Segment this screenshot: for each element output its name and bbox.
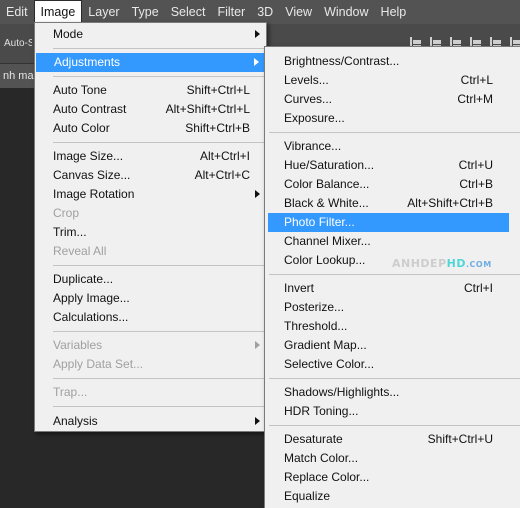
menu-item-selective-color[interactable]: Selective Color... [265,355,520,374]
menu-separator [269,274,520,275]
menu-image[interactable]: Image [33,0,83,24]
menu-item-image-size[interactable]: Image Size... Alt+Ctrl+I [35,147,266,166]
submenu-arrow-icon [255,341,260,349]
menu-item-calculations[interactable]: Calculations... [35,308,266,327]
menu-item-gradient-map[interactable]: Gradient Map... [265,336,520,355]
menu-separator [53,331,264,332]
menu-item-trap: Trap... [53,385,88,399]
menu-item-analysis[interactable]: Analysis [35,412,266,431]
menu-item-desaturate[interactable]: Desaturate Shift+Ctrl+U [265,430,520,449]
menu-item-color-balance[interactable]: Color Balance... Ctrl+B [265,175,520,194]
menu-item-threshold[interactable]: Threshold... [265,317,520,336]
menu-help[interactable]: Help [375,1,413,23]
menu-separator [53,48,264,49]
menu-item-black-white[interactable]: Black & White... Alt+Shift+Ctrl+B [265,194,520,213]
auto-select-checkbox[interactable]: Auto-S [0,35,32,53]
menu-item-replace-color[interactable]: Replace Color... [265,468,520,487]
menu-layer[interactable]: Layer [82,1,125,23]
submenu-arrow-icon [255,190,260,198]
menu-filter[interactable]: Filter [211,1,251,23]
menu-item-exposure[interactable]: Exposure... [265,109,520,128]
image-menu: Mode Adjustments Auto Tone Shift+Ctrl+L … [34,22,267,432]
menu-item-auto-color[interactable]: Auto Color Shift+Ctrl+B [35,119,266,138]
menu-item-curves[interactable]: Curves... Ctrl+M [265,90,520,109]
menu-item-vibrance[interactable]: Vibrance... [265,137,520,156]
menu-item-invert[interactable]: Invert Ctrl+I [265,279,520,298]
menu-separator [53,406,264,407]
submenu-arrow-icon [255,30,260,38]
menu-separator [53,76,264,77]
menu-item-levels[interactable]: Levels... Ctrl+L [265,71,520,90]
menu-item-hdr-toning[interactable]: HDR Toning... [265,402,520,421]
menu-item-auto-tone[interactable]: Auto Tone Shift+Ctrl+L [35,81,266,100]
menu-separator [269,132,520,133]
menu-item-trim[interactable]: Trim... [35,223,266,242]
menu-item-photo-filter[interactable]: Photo Filter... [268,213,509,232]
menu-item-brightness-contrast[interactable]: Brightness/Contrast... [265,52,520,71]
menu-item-adjustments[interactable]: Adjustments [36,53,265,72]
menu-item-channel-mixer[interactable]: Channel Mixer... [265,232,520,251]
menu-item-shadows-highlights[interactable]: Shadows/Highlights... [265,383,520,402]
menu-3d[interactable]: 3D [251,1,279,23]
watermark-logo: ANHDEPHD.COM [392,257,492,270]
menu-item-mode[interactable]: Mode [35,25,266,44]
menu-separator [269,378,520,379]
menu-item-apply-image[interactable]: Apply Image... [35,289,266,308]
submenu-arrow-icon [255,417,260,425]
menu-view[interactable]: View [279,1,318,23]
menu-item-variables: Variables [35,336,266,355]
menu-separator [53,265,264,266]
menu-separator [269,425,520,426]
menu-item-auto-contrast[interactable]: Auto Contrast Alt+Shift+Ctrl+L [35,100,266,119]
menu-separator [53,142,264,143]
submenu-arrow-icon [254,58,259,66]
menu-item-reveal-all: Reveal All [53,244,107,258]
menu-item-crop: Crop [53,206,80,220]
menu-select[interactable]: Select [165,1,212,23]
menu-separator [53,378,264,379]
menu-item-image-rotation[interactable]: Image Rotation [35,185,266,204]
menu-bar: Edit Image Layer Type Select Filter 3D V… [0,0,520,24]
menu-item-equalize[interactable]: Equalize [265,487,520,506]
adjustments-submenu: Brightness/Contrast... Levels... Ctrl+L … [264,46,520,508]
menu-item-apply-data-set: Apply Data Set... [53,357,144,371]
menu-type[interactable]: Type [126,1,165,23]
menu-edit[interactable]: Edit [0,1,34,23]
menu-item-match-color[interactable]: Match Color... [265,449,520,468]
menu-item-duplicate[interactable]: Duplicate... [35,270,266,289]
menu-item-posterize[interactable]: Posterize... [265,298,520,317]
menu-window[interactable]: Window [318,1,374,23]
menu-item-hue-saturation[interactable]: Hue/Saturation... Ctrl+U [265,156,520,175]
menu-item-canvas-size[interactable]: Canvas Size... Alt+Ctrl+C [35,166,266,185]
